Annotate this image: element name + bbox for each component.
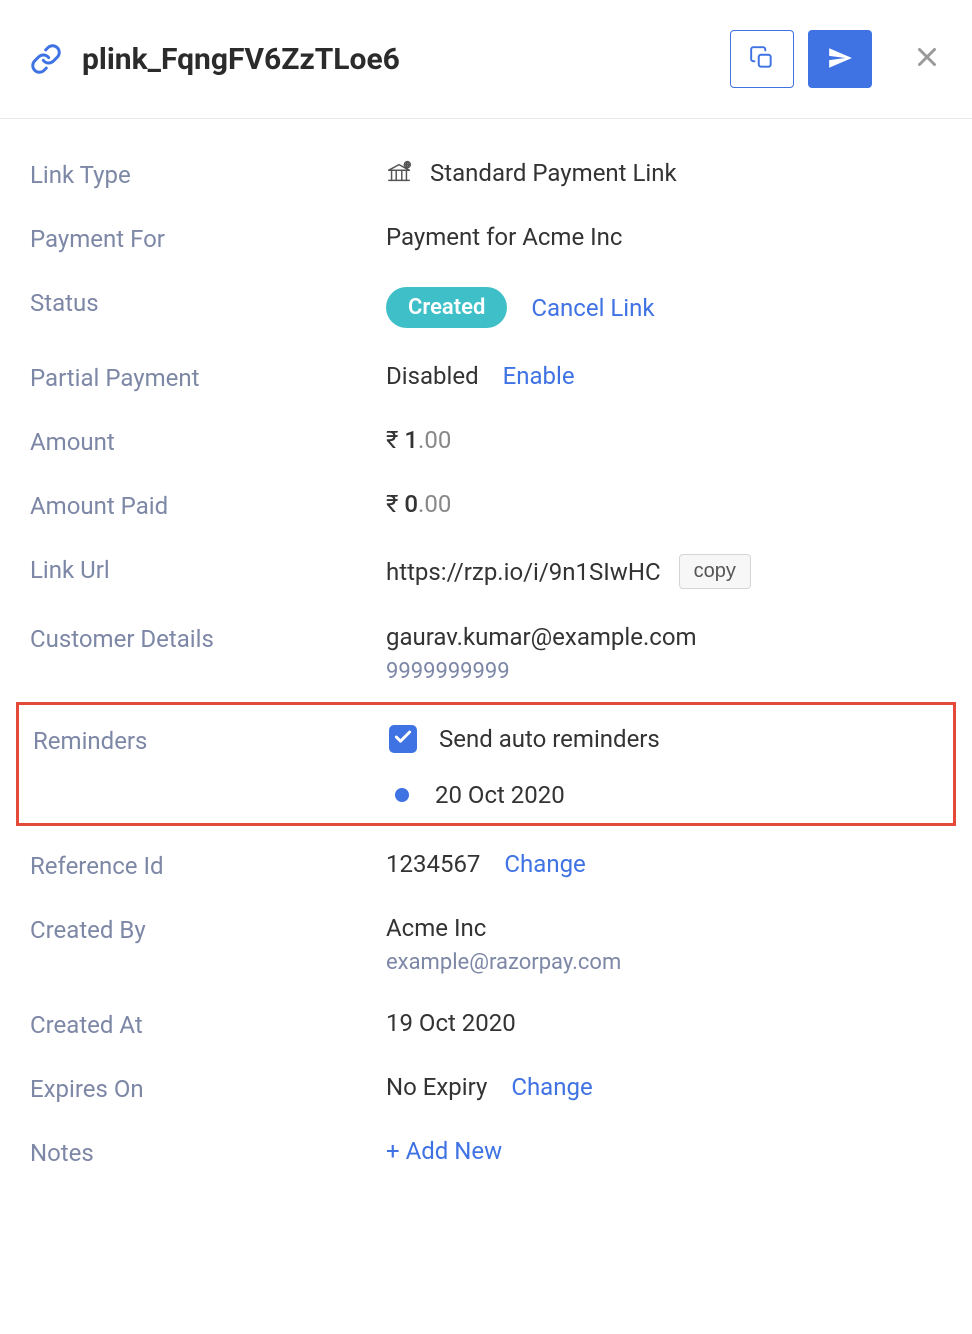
copy-icon [749,45,775,74]
field-label: Amount [30,426,386,456]
copy-url-button[interactable]: copy [679,554,751,589]
field-label: Notes [30,1137,386,1167]
field-status: Status Created Cancel Link [30,287,942,328]
status-dot-icon [395,788,409,802]
field-label: Reference Id [30,850,386,880]
field-reference-id: Reference Id 1234567 Change [30,850,942,880]
close-icon [912,42,942,76]
expires-on-value: No Expiry [386,1073,487,1101]
created-by-email: example@razorpay.com [386,950,621,975]
created-at-value: 19 Oct 2020 [386,1009,516,1037]
field-notes: Notes + Add New [30,1137,942,1167]
reminders-checkbox[interactable] [389,725,417,753]
field-payment-for: Payment For Payment for Acme Inc [30,223,942,253]
field-label: Partial Payment [30,362,386,392]
field-label: Amount Paid [30,490,386,520]
customer-phone: 9999999999 [386,659,510,684]
currency-symbol: ₹ [386,426,398,454]
field-created-by: Created By Acme Inc example@razorpay.com [30,914,942,975]
field-label: Reminders [33,725,389,755]
details-body: Link Type Standard Payment Link [0,119,972,1231]
amount-decimal: .00 [418,490,451,518]
field-amount: Amount ₹ 1.00 [30,426,942,456]
page-title: plink_FqngFV6ZzTLoe6 [82,42,730,77]
field-label: Created At [30,1009,386,1039]
field-label: Expires On [30,1073,386,1103]
created-by-name: Acme Inc [386,914,486,942]
reminders-highlight: Reminders Send auto reminders 20 Oct 202 [16,702,956,826]
check-icon [393,725,413,753]
close-button[interactable] [912,42,942,76]
reference-id-value: 1234567 [386,850,480,878]
change-reference-action[interactable]: Change [504,850,585,878]
field-label: Link Type [30,159,386,189]
field-created-at: Created At 19 Oct 2020 [30,1009,942,1039]
panel-header: plink_FqngFV6ZzTLoe6 [0,0,972,119]
status-badge: Created [386,287,507,328]
field-partial-payment: Partial Payment Disabled Enable [30,362,942,392]
field-label: Created By [30,914,386,944]
duplicate-button[interactable] [730,30,794,88]
field-label: Status [30,287,386,317]
field-value: Disabled [386,362,479,390]
cancel-link-action[interactable]: Cancel Link [531,294,654,322]
field-label: Customer Details [30,623,386,653]
field-link-type: Link Type Standard Payment Link [30,159,942,189]
send-icon [827,45,853,74]
enable-partial-action[interactable]: Enable [503,362,575,390]
field-customer-details: Customer Details gaurav.kumar@example.co… [30,623,942,684]
amount-main: 0 [404,490,418,518]
currency-symbol: ₹ [386,490,398,518]
field-expires-on: Expires On No Expiry Change [30,1073,942,1103]
field-link-url: Link Url https://rzp.io/i/9n1SIwHC copy [30,554,942,589]
add-note-action[interactable]: + Add New [386,1137,502,1165]
reminder-date: 20 Oct 2020 [435,781,565,809]
field-value: Payment for Acme Inc [386,223,622,251]
field-label: Link Url [30,554,386,584]
field-reminders: Reminders Send auto reminders 20 Oct 202 [19,725,953,809]
bank-globe-icon [386,160,412,186]
field-label: Payment For [30,223,386,253]
field-value: Standard Payment Link [430,159,677,187]
reminders-checkbox-label: Send auto reminders [439,725,660,753]
amount-decimal: .00 [418,426,451,454]
customer-email: gaurav.kumar@example.com [386,623,697,651]
send-button[interactable] [808,30,872,88]
link-icon [30,43,62,75]
link-url-value: https://rzp.io/i/9n1SIwHC [386,558,661,586]
change-expiry-action[interactable]: Change [511,1073,592,1101]
field-amount-paid: Amount Paid ₹ 0.00 [30,490,942,520]
amount-main: 1 [404,426,418,454]
